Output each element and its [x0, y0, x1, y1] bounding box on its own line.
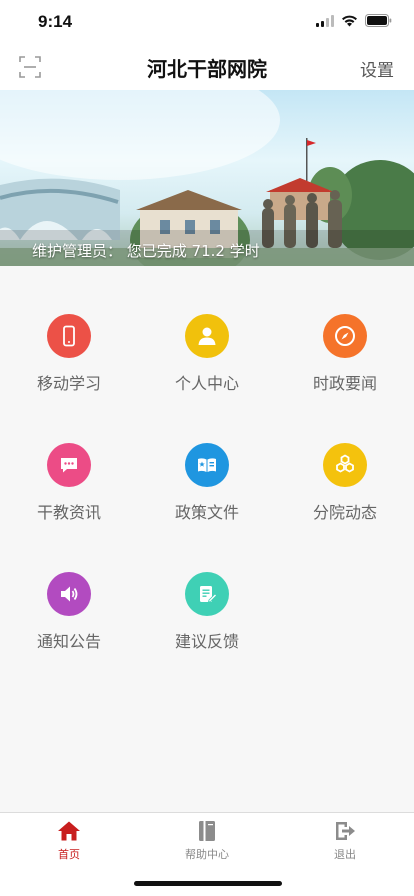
tab-label: 帮助中心 — [185, 848, 229, 861]
menu-item-current-affairs[interactable]: 时政要闻 — [276, 314, 414, 424]
user-icon — [185, 314, 229, 358]
menu-label: 个人中心 — [174, 374, 239, 393]
menu-item-branch-news[interactable]: 分院动态 — [276, 443, 414, 553]
menu-label: 政策文件 — [174, 503, 239, 522]
menu-label: 建议反馈 — [174, 632, 239, 651]
open-book-icon — [185, 443, 229, 487]
menu-item-personal-center[interactable]: 个人中心 — [138, 314, 276, 424]
tab-logout[interactable]: 退出 — [276, 819, 414, 862]
tab-help-center[interactable]: 帮助中心 — [138, 819, 276, 862]
menu-item-notices[interactable]: 通知公告 — [0, 572, 138, 682]
compass-icon — [323, 314, 367, 358]
menu-label: 时政要闻 — [312, 374, 377, 393]
status-bar: 9:14 — [0, 0, 414, 44]
menu-label: 干教资讯 — [36, 503, 101, 522]
mobile-phone-icon — [47, 314, 91, 358]
menu-item-mobile-learning[interactable]: 移动学习 — [0, 314, 138, 424]
menu-item-policy-documents[interactable]: 政策文件 — [138, 443, 276, 553]
chat-bubble-icon — [47, 443, 91, 487]
nav-bar: 河北干部网院 设置 — [0, 44, 414, 90]
battery-icon — [365, 14, 392, 27]
speaker-icon — [47, 572, 91, 616]
banner-image[interactable]: 维护管理员： 您已完成 71.2 学时 — [0, 90, 414, 266]
menu-label: 移动学习 — [36, 374, 101, 393]
settings-button[interactable]: 设置 — [360, 56, 394, 81]
menu-label: 通知公告 — [36, 632, 101, 651]
menu-item-feedback[interactable]: 建议反馈 — [138, 572, 276, 682]
tab-home[interactable]: 首页 — [0, 819, 138, 862]
study-hours-caption: 维护管理员： 您已完成 71.2 学时 — [32, 242, 260, 260]
hexagons-icon — [323, 443, 367, 487]
home-indicator — [134, 881, 282, 886]
edit-note-icon — [185, 572, 229, 616]
book-icon — [199, 821, 215, 841]
menu-label: 分院动态 — [312, 503, 377, 522]
tab-label: 首页 — [58, 848, 80, 861]
status-icons — [316, 14, 392, 27]
page-title: 河北干部网院 — [147, 57, 267, 81]
menu-item-cadre-news[interactable]: 干教资讯 — [0, 443, 138, 553]
home-icon — [58, 821, 80, 841]
status-time: 9:14 — [38, 12, 73, 31]
signal-icon — [316, 14, 334, 27]
logout-icon — [336, 822, 355, 840]
wifi-icon — [342, 15, 357, 26]
tab-label: 退出 — [334, 848, 356, 861]
